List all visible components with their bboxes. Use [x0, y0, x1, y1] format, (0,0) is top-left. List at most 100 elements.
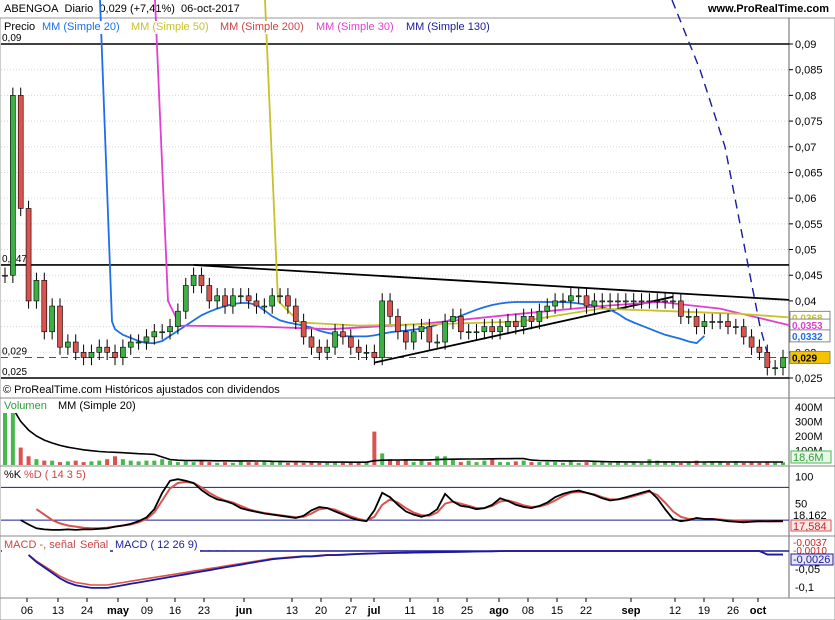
- volume-bar: [348, 462, 353, 465]
- candle-body: [80, 352, 87, 358]
- candle-body: [583, 295, 590, 307]
- volume-bar: [325, 462, 330, 465]
- candle-body: [222, 295, 228, 307]
- volume-bar: [97, 460, 102, 465]
- hline-label: 0,029: [2, 346, 27, 357]
- ma20-line: [99, 0, 706, 345]
- volume-bar: [623, 462, 628, 465]
- candle-body: [57, 305, 63, 348]
- volume-bar: [73, 460, 78, 465]
- volume-bar: [450, 459, 455, 465]
- candle-body: [748, 336, 755, 348]
- candle-body: [693, 316, 700, 327]
- volume-bar: [490, 459, 495, 465]
- candle-body: [599, 300, 606, 303]
- x-tick-label: 08: [522, 605, 534, 617]
- candle-body: [120, 346, 126, 358]
- price-tick-label: 0,08: [795, 90, 816, 102]
- x-tick-label: jun: [235, 605, 253, 617]
- candle-body: [88, 352, 95, 358]
- candle-body: [685, 316, 692, 318]
- candle-body: [520, 316, 527, 327]
- candle-body: [654, 300, 661, 303]
- candle-body: [725, 321, 731, 327]
- candle-body: [670, 300, 676, 303]
- candle-body: [701, 321, 708, 327]
- volume-bar: [34, 459, 39, 465]
- candle-body: [473, 331, 480, 334]
- candle-body: [552, 300, 558, 307]
- candle-body: [237, 295, 244, 298]
- candle-body: [175, 310, 181, 327]
- candle-body: [104, 346, 110, 353]
- volume-bar: [301, 462, 306, 465]
- volume-bar: [741, 462, 746, 465]
- x-tick-label: 15: [551, 605, 563, 617]
- candle-body: [49, 305, 55, 333]
- candle-body: [764, 352, 771, 369]
- x-tick-label: sep: [622, 605, 641, 617]
- legend-volume-ma: MM (Simple 20): [56, 400, 138, 413]
- descending-trendline: [193, 264, 790, 301]
- volume-bar: [317, 462, 322, 465]
- volume-bar: [419, 460, 424, 465]
- volume-bar: [183, 461, 188, 465]
- stoch-d-line: [35, 480, 783, 530]
- volume-tag: 18,6M: [793, 452, 824, 464]
- legend-macd: MACD -, señal: [2, 539, 78, 552]
- volume-bar: [757, 462, 762, 465]
- volume-bar: [58, 462, 63, 465]
- x-tick-label: 27: [345, 605, 357, 617]
- candle-body: [497, 326, 503, 333]
- volume-bar: [482, 460, 487, 465]
- candle-body: [261, 305, 268, 308]
- x-tick-label: 24: [81, 605, 93, 617]
- volume-tick-label: 400M: [795, 402, 823, 414]
- candle-body: [662, 300, 668, 303]
- candle-body: [182, 285, 189, 312]
- candle-body: [717, 321, 723, 323]
- candle-body: [355, 346, 362, 353]
- x-tick-label: 09: [141, 605, 153, 617]
- chart-frame: [0, 17, 835, 620]
- volume-bar: [435, 456, 440, 465]
- hline-label: 0,025: [2, 367, 27, 378]
- candle-body: [269, 295, 275, 307]
- macd-line: [28, 550, 783, 589]
- x-tick-label: 20: [315, 605, 327, 617]
- macd-tick-label: -0,1: [795, 582, 814, 594]
- volume-bar: [89, 461, 94, 465]
- volume-bar: [458, 462, 463, 465]
- candle-body: [418, 326, 425, 333]
- volume-bar: [215, 462, 220, 465]
- volume-bar: [65, 461, 70, 465]
- volume-bar: [113, 456, 118, 465]
- volume-bar: [50, 460, 55, 465]
- volume-bar: [207, 462, 212, 465]
- candle-body: [646, 300, 653, 303]
- volume-bar: [600, 462, 605, 465]
- volume-bar: [513, 461, 518, 465]
- candle-body: [308, 336, 315, 348]
- candle-body: [253, 300, 260, 307]
- price-tick-label: 0,025: [795, 373, 823, 385]
- x-tick-label: 13: [52, 605, 64, 617]
- stoch-d-tag: 17,584: [793, 521, 827, 533]
- candle-body: [780, 357, 786, 369]
- volume-bar: [26, 456, 31, 465]
- x-tick-label: 23: [198, 605, 210, 617]
- volume-bar: [592, 462, 597, 465]
- candle-body: [206, 285, 213, 302]
- candle-body: [190, 274, 197, 286]
- x-tick-label: may: [107, 605, 130, 617]
- price-tick-label: 0,065: [795, 167, 823, 179]
- x-tick-label: 25: [461, 605, 473, 617]
- volume-bar: [576, 462, 581, 465]
- candle-body: [127, 341, 134, 348]
- volume-bar: [10, 409, 15, 465]
- volume-bar: [553, 462, 558, 465]
- candle-body: [151, 331, 158, 338]
- volume-bar: [246, 462, 251, 465]
- candle-body: [245, 295, 252, 302]
- macd-signal-line: [28, 550, 783, 586]
